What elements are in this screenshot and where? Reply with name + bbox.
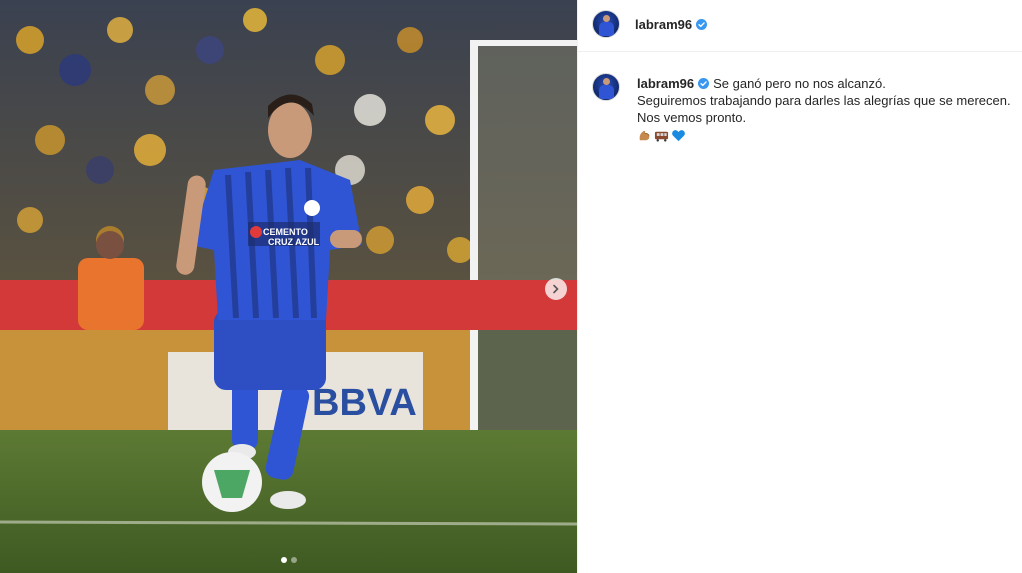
flexed-biceps-icon — [639, 130, 650, 141]
post-header: labram96 — [578, 0, 1022, 52]
caption-emojis — [637, 128, 1012, 143]
post-side-panel: labram96 labram96 Se ganó pero no nos al… — [578, 0, 1022, 573]
caption-line-2: Seguiremos trabajando para darles las al… — [637, 93, 1011, 108]
carousel-next-button[interactable] — [545, 278, 567, 300]
caption-line-1: Se ganó pero no nos alcanzó. — [713, 76, 886, 91]
chevron-right-icon — [553, 284, 559, 294]
ad-board-text: BBVA — [312, 382, 417, 424]
carousel-dot-1 — [280, 557, 287, 563]
post-photo[interactable]: BBVA CEMENTO CRUZ AZUL — [0, 0, 577, 573]
header-user: labram96 — [635, 17, 708, 32]
avatar[interactable] — [592, 10, 620, 38]
jersey-sponsor-line1: CEMENTO — [263, 227, 308, 237]
jersey-sponsor-line2: CRUZ AZUL — [268, 237, 320, 247]
carousel-indicator — [0, 557, 577, 565]
blue-heart-icon — [672, 130, 685, 142]
train-icon — [654, 131, 669, 142]
verified-badge-icon — [698, 78, 710, 89]
username-link[interactable]: labram96 — [635, 17, 692, 32]
caption-line-3: Nos vemos pronto. — [637, 110, 747, 125]
caption-username-link[interactable]: labram96 — [637, 75, 694, 92]
caption-text: labram96 Se ganó pero no nos alcanzó. Se… — [637, 75, 1012, 143]
photo-scene: BBVA CEMENTO CRUZ AZUL — [0, 0, 577, 573]
carousel-dot-2 — [290, 557, 297, 563]
verified-badge-icon — [696, 19, 708, 30]
caption-avatar[interactable] — [592, 73, 620, 101]
